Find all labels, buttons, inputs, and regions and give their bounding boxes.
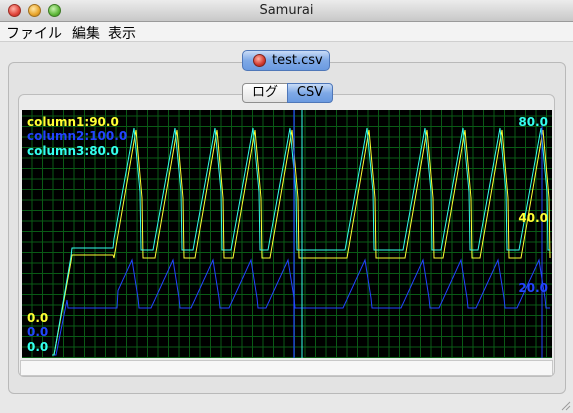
- legend-column3: column3:80.0: [27, 144, 119, 158]
- menu-file[interactable]: ファイル: [6, 23, 62, 43]
- column2-min-label: 0.0: [27, 325, 48, 339]
- csv-graph: column1:90.0column2:100.0column3:80.0 0.0…: [22, 110, 552, 358]
- tab-log[interactable]: ログ: [242, 83, 288, 103]
- menu-bar: ファイル 編集 表示: [0, 22, 573, 42]
- status-bar: [20, 360, 553, 376]
- column2-max-label: 20.0: [518, 281, 548, 295]
- title-bar: Samurai: [0, 0, 573, 22]
- tab-csv[interactable]: CSV: [287, 83, 333, 103]
- resize-grip-icon[interactable]: [559, 399, 571, 411]
- close-tab-icon[interactable]: [253, 54, 266, 67]
- column3-max-label: 80.0: [518, 115, 548, 129]
- window-title: Samurai: [259, 3, 314, 18]
- legend-column1: column1:90.0: [27, 115, 119, 129]
- column1-max-label: 40.0: [518, 211, 548, 225]
- file-tab-label: test.csv: [272, 53, 323, 68]
- column1-min-label: 0.0: [27, 311, 48, 325]
- legend-column2: column2:100.0: [27, 129, 127, 143]
- file-tab[interactable]: test.csv: [242, 50, 330, 71]
- column3-min-label: 0.0: [27, 340, 48, 354]
- menu-view[interactable]: 表示: [108, 23, 136, 43]
- menu-edit[interactable]: 編集: [72, 23, 100, 43]
